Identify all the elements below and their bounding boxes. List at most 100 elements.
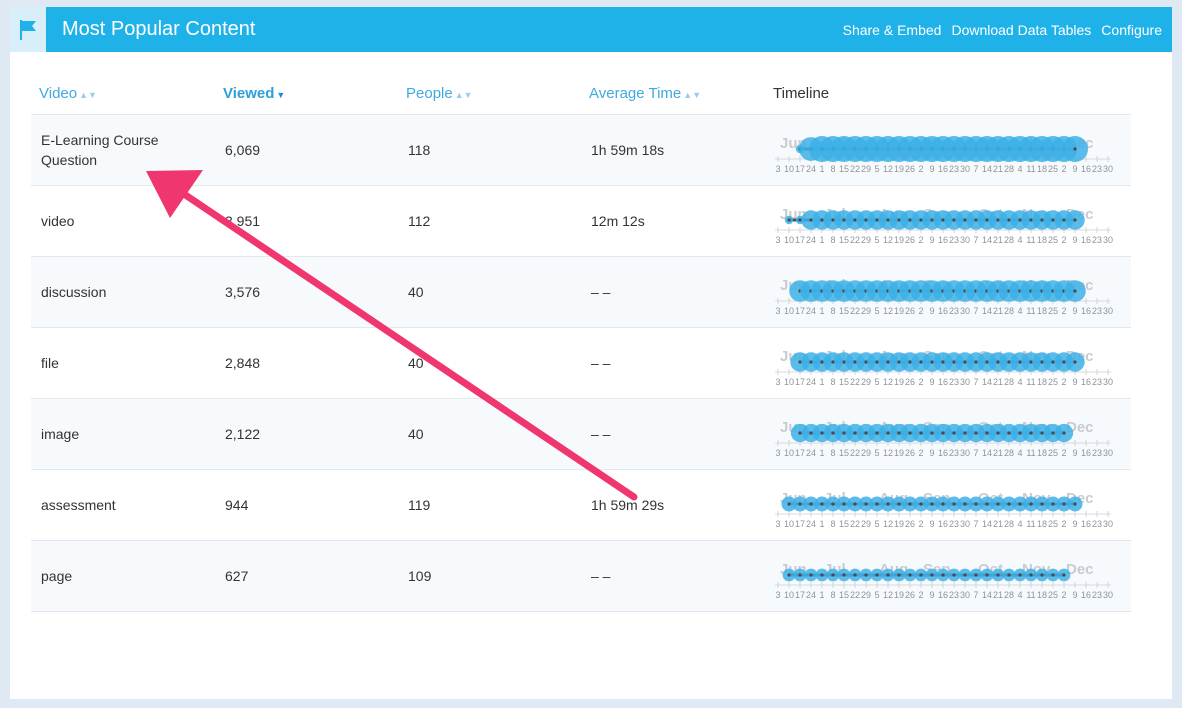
day-tick-label: 28 [1004,164,1014,174]
table-row[interactable]: image 2,122 40 – – JunJulAugSepOctNovDec… [31,398,1131,470]
day-tick-label: 25 [1048,235,1058,245]
day-tick-label: 30 [1103,590,1113,600]
column-header-video[interactable]: Video ▲▼ [31,74,215,115]
day-tick-label: 7 [973,164,978,174]
day-tick-label: 2 [918,306,923,316]
content-table: Video ▲▼ Viewed ▼ People ▲▼ Average Time ▲▼ … [31,74,1131,612]
day-tick-label: 30 [1103,519,1113,529]
day-tick-label: 29 [861,448,871,458]
video-name[interactable]: image [31,398,215,470]
day-tick-label: 16 [1081,235,1091,245]
activity-dot [897,572,901,577]
day-tick-label: 19 [894,519,904,529]
video-name[interactable]: assessment [31,469,215,541]
column-header-viewed[interactable]: Viewed ▼ [215,74,398,115]
day-tick-label: 10 [784,164,794,174]
day-tick-label: 1 [819,448,824,458]
day-tick-label: 2 [918,235,923,245]
activity-dot [930,359,934,364]
activity-dot [820,430,824,435]
video-name[interactable]: E-Learning Course Question [31,114,215,186]
day-tick-label: 23 [949,306,959,316]
day-tick-label: 5 [874,164,879,174]
table-row[interactable]: file 2,848 40 – – JunJulAugSepOctNovDec3… [31,327,1131,399]
activity-dot [996,217,1000,222]
video-name[interactable]: discussion [31,256,215,328]
day-tick-label: 17 [795,590,805,600]
timeline-chart: JunJulAugSepOctNovDec3101724181522295121… [775,490,1113,529]
day-tick-label: 9 [929,164,934,174]
timeline-chart: JunJulAugSepOctNovDec3101724181522295121… [775,348,1113,387]
day-tick-label: 23 [1092,235,1102,245]
activity-dot [1040,501,1044,506]
day-tick-label: 19 [894,377,904,387]
configure-link[interactable]: Configure [1101,22,1162,38]
table-row[interactable]: discussion 3,576 40 – – JunJulAugSepOctN… [31,256,1131,328]
activity-dot [809,430,813,435]
table-row[interactable]: video 3,951 112 12m 12s JunJulAugSepOctN… [31,185,1131,257]
download-data-tables-link[interactable]: Download Data Tables [951,22,1091,38]
activity-dot [941,430,945,435]
day-tick-label: 5 [874,448,879,458]
day-tick-label: 16 [1081,306,1091,316]
activity-dot [1029,572,1033,577]
activity-dot [809,572,813,577]
day-tick-label: 18 [1037,519,1047,529]
day-tick-label: 5 [874,519,879,529]
day-tick-label: 30 [960,164,970,174]
activity-dot [985,572,989,577]
day-tick-label: 9 [929,590,934,600]
people-count: 40 [398,256,581,328]
day-tick-label: 21 [993,164,1003,174]
day-tick-label: 8 [830,235,835,245]
column-header-average-time[interactable]: Average Time ▲▼ [581,74,765,115]
day-tick-label: 22 [850,519,860,529]
day-tick-label: 19 [894,164,904,174]
video-name[interactable]: page [31,540,215,612]
day-tick-label: 30 [960,590,970,600]
activity-dot [853,430,857,435]
day-tick-label: 24 [806,306,816,316]
viewed-count: 6,069 [215,114,398,186]
widget-title: Most Popular Content [62,18,256,40]
activity-dot [1007,501,1011,506]
table-row[interactable]: assessment 944 119 1h 59m 29s JunJulAugS… [31,469,1131,541]
activity-dot [1040,430,1044,435]
activity-dot [908,501,912,506]
table-row[interactable]: page 627 109 – – JunJulAugSepOctNovDec31… [31,540,1131,612]
day-tick-label: 30 [1103,235,1113,245]
column-header-people[interactable]: People ▲▼ [398,74,581,115]
day-tick-label: 14 [982,448,992,458]
activity-dot [820,217,824,222]
day-tick-label: 2 [918,590,923,600]
activity-dot [919,217,923,222]
day-tick-label: 10 [784,306,794,316]
day-tick-label: 1 [819,164,824,174]
day-tick-label: 9 [1072,519,1077,529]
day-tick-label: 2 [1061,448,1066,458]
day-tick-label: 15 [839,377,849,387]
day-tick-label: 19 [894,306,904,316]
video-name[interactable]: file [31,327,215,399]
video-name[interactable]: video [31,185,215,257]
activity-dot [1029,501,1033,506]
day-tick-label: 3 [775,164,780,174]
activity-dot [842,572,846,577]
day-tick-label: 2 [918,164,923,174]
day-tick-label: 30 [1103,306,1113,316]
activity-dot [809,501,813,506]
day-tick-label: 9 [929,306,934,316]
average-time: 12m 12s [581,185,765,257]
activity-dot [974,501,978,506]
day-tick-label: 30 [960,235,970,245]
activity-dot [1051,430,1055,435]
activity-dot [864,501,868,506]
day-tick-label: 21 [993,448,1003,458]
day-tick-label: 11 [1026,164,1035,174]
day-tick-label: 8 [830,448,835,458]
day-tick-label: 23 [1092,164,1102,174]
day-tick-label: 11 [1026,448,1035,458]
share-embed-link[interactable]: Share & Embed [843,22,942,38]
day-tick-label: 17 [795,164,805,174]
table-row[interactable]: E-Learning Course Question 6,069 118 1h … [31,114,1131,186]
